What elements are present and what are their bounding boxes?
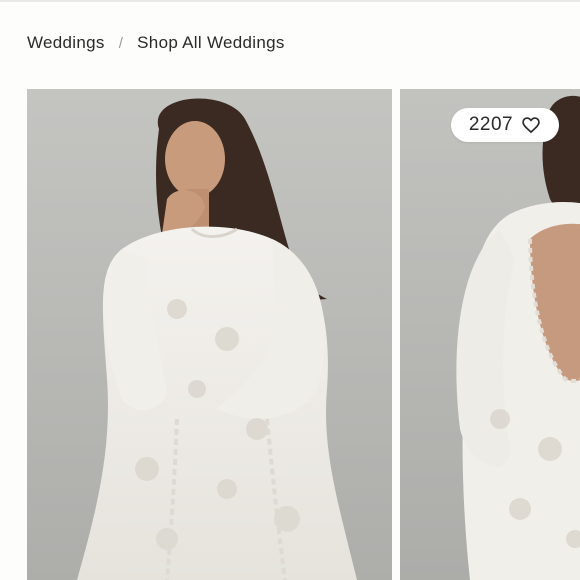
product-image-gallery[interactable]	[27, 89, 580, 580]
breadcrumb-link-weddings[interactable]: Weddings	[27, 33, 105, 53]
product-image-back[interactable]	[400, 89, 580, 580]
heart-outline-icon	[522, 117, 540, 133]
breadcrumb-link-shop-all-weddings[interactable]: Shop All Weddings	[137, 33, 285, 53]
like-count: 2207	[468, 114, 514, 135]
product-image-front[interactable]	[27, 89, 392, 580]
breadcrumb: Weddings / Shop All Weddings	[27, 31, 285, 55]
like-button[interactable]: 2207	[451, 108, 559, 142]
product-photo-back-illustration	[400, 89, 580, 580]
breadcrumb-separator: /	[118, 34, 124, 52]
product-photo-front-illustration	[27, 89, 392, 580]
top-divider	[0, 0, 580, 2]
